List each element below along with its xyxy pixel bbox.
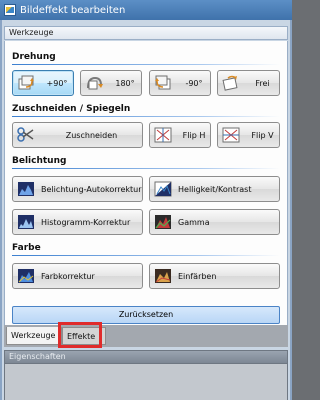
histogram-icon [17, 214, 35, 230]
colorize-icon [154, 268, 172, 284]
rotate-180-button[interactable]: 180° [80, 70, 142, 96]
section-title-color: Farbe [12, 243, 41, 253]
button-label: Flip V [251, 130, 274, 140]
app-icon [4, 4, 16, 16]
rotate-plus90-button[interactable]: +90° [12, 70, 74, 96]
gamma-button[interactable]: Gamma [149, 209, 280, 235]
color-correction-icon [17, 268, 35, 284]
histogram-correction-button[interactable]: Histogramm-Korrektur [12, 209, 143, 235]
properties-header: Eigenschaften [4, 350, 288, 364]
section-title-crop: Zuschneiden / Spiegeln [12, 104, 131, 114]
button-label: Histogramm-Korrektur [41, 217, 131, 227]
highlight-annotation [58, 322, 102, 348]
button-label: Belichtung-Autokorrektur [41, 184, 142, 194]
rotate-ccw-icon [154, 75, 172, 91]
section-divider [12, 168, 280, 169]
colorize-button[interactable]: Einfärben [149, 263, 280, 289]
flip-h-button[interactable]: Flip H [149, 122, 211, 148]
auto-exposure-button[interactable]: Belichtung-Autokorrektur [12, 176, 143, 202]
window-titlebar: Bildeffekt bearbeiten [0, 0, 292, 20]
button-label: Frei [255, 78, 270, 88]
brightness-contrast-button[interactable]: Helligkeit/Kontrast [149, 176, 280, 202]
rotate-minus90-button[interactable]: -90° [149, 70, 211, 96]
button-label: Gamma [178, 217, 210, 227]
button-label: Farbkorrektur [41, 271, 95, 281]
section-title-exposure: Belichtung [12, 156, 67, 166]
button-label: Einfärben [178, 271, 217, 281]
color-correction-button[interactable]: Farbkorrektur [12, 263, 143, 289]
properties-panel [4, 364, 288, 400]
tab-werkzeuge[interactable]: Werkzeuge [6, 327, 62, 345]
rotate-free-button[interactable]: Frei [217, 70, 280, 96]
reset-button[interactable]: Zurücksetzen [12, 306, 280, 324]
section-divider [12, 255, 280, 256]
gamma-icon [154, 214, 172, 230]
button-label: -90° [185, 78, 203, 88]
rotate-180-icon [85, 75, 103, 91]
button-label: 180° [115, 78, 135, 88]
button-label: +90° [46, 78, 68, 88]
window-title: Bildeffekt bearbeiten [20, 4, 126, 16]
flip-v-button[interactable]: Flip V [217, 122, 280, 148]
button-label: Flip H [182, 130, 206, 140]
panel-header: Werkzeuge [4, 26, 288, 40]
rotate-free-icon [222, 75, 240, 91]
button-label: Zuschneiden [65, 130, 118, 140]
flip-horizontal-icon [154, 127, 172, 143]
flip-vertical-icon [222, 127, 240, 143]
histogram-icon [17, 181, 35, 197]
brightness-icon [154, 181, 172, 197]
section-divider [12, 116, 280, 117]
button-label: Helligkeit/Kontrast [178, 184, 252, 194]
tab-bar: Werkzeuge Effekte [4, 325, 288, 347]
crop-button[interactable]: Zuschneiden [12, 122, 143, 148]
rotate-cw-icon [17, 75, 35, 91]
section-title-rotation: Drehung [12, 52, 56, 62]
section-divider [12, 64, 280, 65]
scissors-icon [17, 127, 35, 143]
